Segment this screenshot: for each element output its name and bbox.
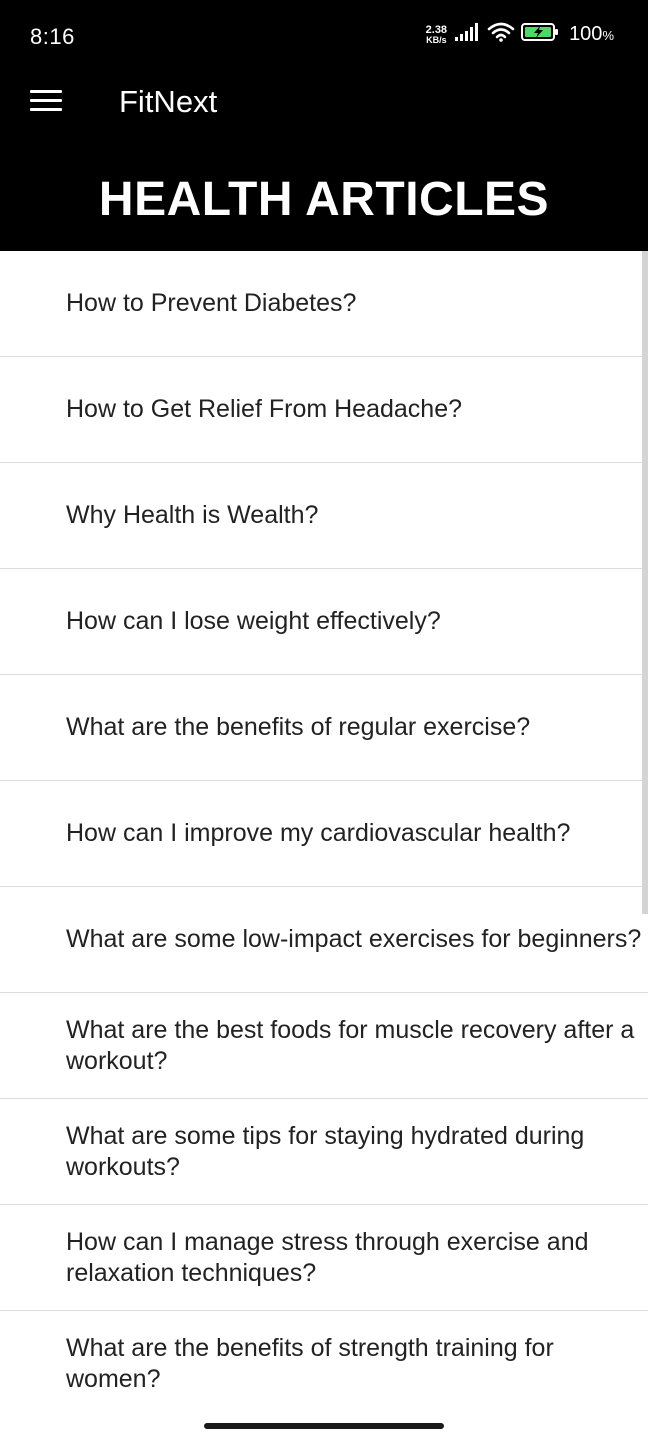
hamburger-menu-icon[interactable] — [30, 90, 62, 116]
article-title: Why Health is Wealth? — [66, 501, 319, 529]
page-heading: HEALTH ARTICLES — [98, 173, 550, 226]
status-icons: 2.38 KB/s 100% — [426, 22, 614, 47]
battery-percent-unit: % — [602, 28, 614, 43]
article-title: What are some low-impact exercises for b… — [66, 925, 642, 953]
article-title: How can I improve my cardiovascular heal… — [66, 819, 571, 847]
article-title: What are some tips for staying hydrated … — [66, 1121, 585, 1181]
article-item[interactable]: How can I improve my cardiovascular heal… — [0, 781, 648, 887]
header: 8:16 2.38 KB/s 100% FitNext HEALTH ARTIC… — [0, 0, 648, 251]
article-item[interactable]: Why Health is Wealth? — [0, 463, 648, 569]
article-title: What are the benefits of regular exercis… — [66, 713, 531, 741]
article-item[interactable]: What are the benefits of regular exercis… — [0, 675, 648, 781]
status-bar: 8:16 2.38 KB/s 100% — [0, 0, 648, 72]
article-item[interactable]: How to Prevent Diabetes? — [0, 251, 648, 357]
article-item[interactable]: How can I lose weight effectively? — [0, 569, 648, 675]
article-title: What are the benefits of strength traini… — [66, 1334, 554, 1393]
article-list: How to Prevent Diabetes? How to Get Reli… — [0, 251, 648, 1417]
article-title: How can I lose weight effectively? — [66, 607, 441, 635]
article-item[interactable]: How to Get Relief From Headache? — [0, 357, 648, 463]
article-item[interactable]: How can I manage stress through exercise… — [0, 1205, 648, 1311]
article-title: What are the best foods for muscle recov… — [66, 1015, 635, 1075]
status-time: 8:16 — [30, 24, 75, 49]
app-title: FitNext — [119, 84, 218, 119]
battery-charging-icon — [521, 22, 561, 47]
wifi-icon — [487, 22, 515, 47]
scrollbar[interactable] — [642, 251, 648, 914]
article-title: How to Prevent Diabetes? — [66, 289, 357, 317]
signal-icon — [455, 23, 481, 46]
battery-percentage: 100% — [569, 23, 614, 46]
article-item[interactable]: What are the best foods for muscle recov… — [0, 993, 648, 1099]
battery-percent-value: 100 — [569, 23, 603, 45]
home-indicator[interactable] — [204, 1423, 444, 1429]
article-item[interactable]: What are the benefits of strength traini… — [0, 1311, 648, 1417]
app-bar: FitNext — [0, 72, 648, 136]
article-title: How can I manage stress through exercise… — [66, 1227, 589, 1287]
article-title: How to Get Relief From Headache? — [66, 395, 463, 423]
network-speed-value: 2.38 — [425, 23, 448, 36]
article-item[interactable]: What are some low-impact exercises for b… — [0, 887, 648, 993]
network-speed: 2.38 KB/s — [425, 23, 448, 45]
network-speed-unit: KB/s — [426, 34, 447, 45]
article-item[interactable]: What are some tips for staying hydrated … — [0, 1099, 648, 1205]
